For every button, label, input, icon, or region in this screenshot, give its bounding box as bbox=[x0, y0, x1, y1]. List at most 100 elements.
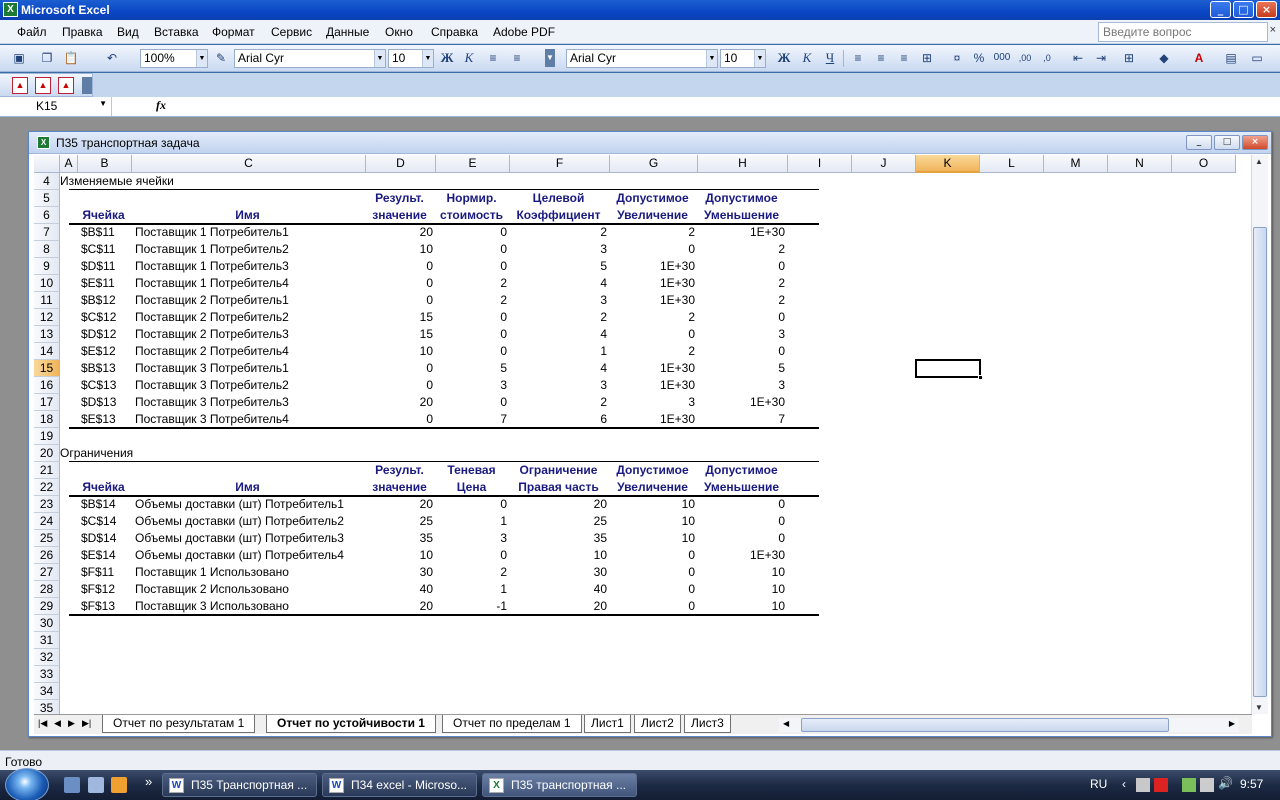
header-cell[interactable] bbox=[132, 462, 363, 479]
row-header-9[interactable]: 9 bbox=[34, 258, 60, 275]
selected-cell-K15[interactable] bbox=[915, 359, 983, 380]
table-cell[interactable]: 0 bbox=[610, 241, 695, 258]
tab-sheet1[interactable]: Лист1 bbox=[584, 715, 631, 733]
table-cell[interactable]: 20 bbox=[510, 496, 607, 513]
toolbar-extra-icon-2[interactable]: ▭ bbox=[1248, 49, 1266, 67]
menu-adobe-pdf[interactable]: Adobe PDF bbox=[493, 25, 555, 39]
increase-decimal-button[interactable]: ,00 bbox=[1016, 49, 1034, 67]
table-cell[interactable]: 10 bbox=[610, 513, 695, 530]
table-cell[interactable]: $D$13 bbox=[81, 394, 132, 411]
volume-icon[interactable]: 🔊 bbox=[1218, 776, 1233, 790]
table-cell[interactable]: 2 bbox=[698, 292, 785, 309]
table-cell[interactable]: Поставщик 3 Потребитель2 bbox=[135, 377, 366, 394]
align-center-icon[interactable]: ≡ bbox=[508, 49, 526, 67]
header-cell[interactable]: стоимость bbox=[436, 207, 507, 224]
table-cell[interactable]: 0 bbox=[610, 581, 695, 598]
table-cell[interactable]: Поставщик 1 Использовано bbox=[135, 564, 366, 581]
table-cell[interactable]: 4 bbox=[510, 275, 607, 292]
italic-button-2[interactable]: К bbox=[798, 49, 816, 67]
row-header-27[interactable]: 27 bbox=[34, 564, 60, 581]
header-cell[interactable]: Коэффициент bbox=[510, 207, 607, 224]
column-header-I[interactable]: I bbox=[788, 155, 852, 173]
table-cell[interactable]: Объемы доставки (шт) Потребитель3 bbox=[135, 530, 366, 547]
header-cell[interactable] bbox=[78, 190, 129, 207]
table-cell[interactable]: 1E+30 bbox=[698, 224, 785, 241]
header-cell[interactable]: значение bbox=[366, 479, 433, 496]
table-cell[interactable]: 2 bbox=[510, 309, 607, 326]
align-right-icon[interactable]: ≡ bbox=[895, 49, 913, 67]
row-header-5[interactable]: 5 bbox=[34, 190, 60, 207]
header-cell[interactable]: Цена bbox=[436, 479, 507, 496]
table-cell[interactable]: 1 bbox=[436, 581, 507, 598]
header-cell[interactable]: значение bbox=[366, 207, 433, 224]
zoom-select[interactable]: 100% ▼ bbox=[140, 49, 208, 68]
percent-button[interactable]: % bbox=[970, 49, 988, 67]
table-cell[interactable]: $C$13 bbox=[81, 377, 132, 394]
table-cell[interactable]: 2 bbox=[436, 564, 507, 581]
scroll-left-icon[interactable]: ◀ bbox=[783, 719, 789, 728]
row-header-7[interactable]: 7 bbox=[34, 224, 60, 241]
font-size-select-2[interactable]: 10 ▼ bbox=[720, 49, 766, 68]
toolbar-extra-icon[interactable]: ▤ bbox=[1222, 49, 1240, 67]
row-header-23[interactable]: 23 bbox=[34, 496, 60, 513]
next-sheet-icon[interactable]: ▶ bbox=[68, 718, 75, 729]
table-cell[interactable]: 0 bbox=[436, 258, 507, 275]
table-cell[interactable]: 0 bbox=[366, 360, 433, 377]
header-cell[interactable]: Уменьшение bbox=[698, 207, 785, 224]
table-cell[interactable]: 1 bbox=[510, 343, 607, 360]
table-cell[interactable]: $F$12 bbox=[81, 581, 132, 598]
row-header-10[interactable]: 10 bbox=[34, 275, 60, 292]
table-cell[interactable]: 2 bbox=[436, 292, 507, 309]
prev-sheet-icon[interactable]: ◀ bbox=[54, 718, 61, 729]
table-cell[interactable]: 3 bbox=[510, 292, 607, 309]
table-cell[interactable]: 0 bbox=[698, 343, 785, 360]
row-header-19[interactable]: 19 bbox=[34, 428, 60, 445]
table-cell[interactable]: 4 bbox=[510, 360, 607, 377]
thousands-button[interactable]: 000 bbox=[993, 49, 1011, 67]
table-cell[interactable]: 1E+30 bbox=[610, 377, 695, 394]
table-cell[interactable]: 25 bbox=[366, 513, 433, 530]
menu-file[interactable]: Файл bbox=[17, 25, 47, 39]
table-cell[interactable]: Поставщик 1 Потребитель1 bbox=[135, 224, 366, 241]
table-cell[interactable]: $D$11 bbox=[81, 258, 132, 275]
align-left-icon[interactable]: ≡ bbox=[484, 49, 502, 67]
table-cell[interactable]: Поставщик 2 Потребитель1 bbox=[135, 292, 366, 309]
table-cell[interactable]: 10 bbox=[366, 343, 433, 360]
save-icon[interactable]: ▣ bbox=[10, 49, 28, 67]
table-cell[interactable]: Поставщик 1 Потребитель4 bbox=[135, 275, 366, 292]
workbook-restore-button[interactable]: □ bbox=[1214, 135, 1240, 150]
toolbar-options-icon[interactable] bbox=[82, 77, 92, 94]
table-cell[interactable]: 2 bbox=[610, 309, 695, 326]
row-header-24[interactable]: 24 bbox=[34, 513, 60, 530]
header-cell[interactable]: Результ. bbox=[366, 462, 433, 479]
font-select-2[interactable]: Arial Cyr ▼ bbox=[566, 49, 718, 68]
table-cell[interactable]: Объемы доставки (шт) Потребитель4 bbox=[135, 547, 366, 564]
table-cell[interactable]: Поставщик 1 Потребитель3 bbox=[135, 258, 366, 275]
row-header-18[interactable]: 18 bbox=[34, 411, 60, 428]
ask-question-input[interactable]: Введите вопрос bbox=[1098, 22, 1268, 42]
table-cell[interactable]: 10 bbox=[698, 598, 785, 615]
table-cell[interactable]: $E$12 bbox=[81, 343, 132, 360]
column-header-D[interactable]: D bbox=[366, 155, 436, 173]
merge-center-icon[interactable]: ⊞ bbox=[918, 49, 936, 67]
column-header-H[interactable]: H bbox=[698, 155, 788, 173]
menu-window[interactable]: Окно bbox=[385, 25, 413, 39]
table-cell[interactable]: $F$11 bbox=[81, 564, 132, 581]
menu-tools[interactable]: Сервис bbox=[271, 25, 312, 39]
menu-view[interactable]: Вид bbox=[117, 25, 139, 39]
table-cell[interactable]: 0 bbox=[436, 224, 507, 241]
table-cell[interactable]: 3 bbox=[436, 530, 507, 547]
table-cell[interactable]: $C$11 bbox=[81, 241, 132, 258]
chevron-down-icon[interactable]: ▼ bbox=[99, 99, 107, 108]
menu-edit[interactable]: Правка bbox=[62, 25, 103, 39]
table-cell[interactable]: 5 bbox=[510, 258, 607, 275]
table-cell[interactable]: 3 bbox=[698, 377, 785, 394]
table-cell[interactable]: 0 bbox=[436, 394, 507, 411]
restore-button[interactable]: □ bbox=[1233, 1, 1254, 18]
decrease-indent-icon[interactable]: ⇤ bbox=[1069, 49, 1087, 67]
row-header-30[interactable]: 30 bbox=[34, 615, 60, 632]
table-cell[interactable]: 0 bbox=[436, 496, 507, 513]
font-size-select[interactable]: 10 ▼ bbox=[388, 49, 434, 68]
table-cell[interactable]: 5 bbox=[436, 360, 507, 377]
table-cell[interactable]: 7 bbox=[698, 411, 785, 428]
